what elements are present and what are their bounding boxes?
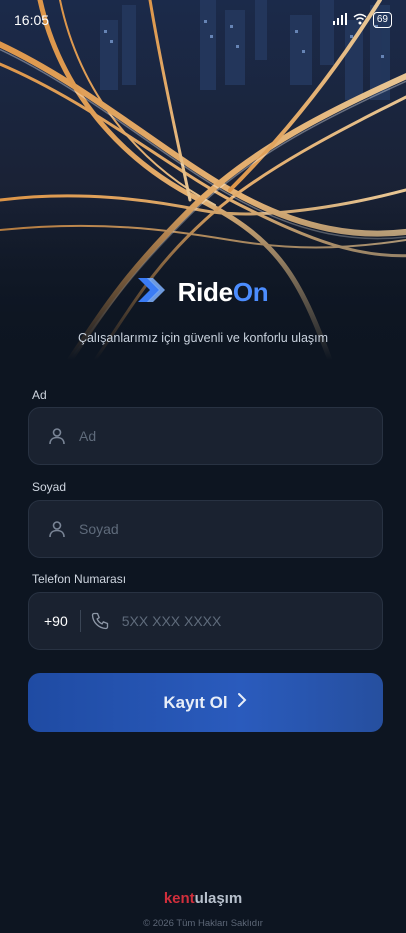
status-bar: 16:05 69 — [0, 0, 406, 40]
user-icon — [47, 519, 67, 539]
last-name-input[interactable]: Soyad — [79, 521, 119, 537]
country-code[interactable]: +90 — [44, 613, 68, 629]
phone-label: Telefon Numarası — [32, 572, 127, 586]
double-chevron-icon — [137, 276, 168, 309]
copyright: © 2026 Tüm Hakları Saklıdır — [143, 918, 263, 929]
register-button[interactable]: Kayıt Ol — [28, 673, 383, 732]
chevron-right-icon — [236, 692, 248, 713]
phone-field[interactable]: +90 5XX XXX XXXX — [28, 592, 383, 650]
first-name-input[interactable]: Ad — [79, 428, 96, 444]
brand-logo: RideOn — [0, 276, 406, 309]
footer-logo: kentulaşım — [0, 890, 406, 907]
last-name-field[interactable]: Soyad — [28, 500, 383, 558]
phone-icon — [90, 611, 110, 631]
brand-name-part1: Ride — [177, 277, 233, 307]
user-icon — [47, 426, 67, 446]
phone-input[interactable]: 5XX XXX XXXX — [122, 613, 222, 629]
footer-brand-part1: kent — [163, 890, 195, 907]
tagline: Çalışanlarımız için güvenli ve konforlu … — [77, 331, 329, 345]
wifi-icon — [353, 13, 367, 28]
signal-icon — [332, 12, 347, 28]
status-time: 16:05 — [14, 12, 50, 28]
divider — [79, 610, 81, 632]
brand-name: RideOn — [178, 277, 269, 308]
register-button-label: Kayıt Ol — [163, 692, 228, 712]
battery-indicator: 69 — [372, 12, 392, 28]
first-name-field[interactable]: Ad — [28, 407, 383, 465]
first-name-label: Ad — [32, 388, 47, 402]
last-name-label: Soyad — [32, 480, 67, 494]
footer-brand-part2: ulaşım — [194, 890, 243, 907]
brand-name-part2: On — [232, 277, 269, 307]
